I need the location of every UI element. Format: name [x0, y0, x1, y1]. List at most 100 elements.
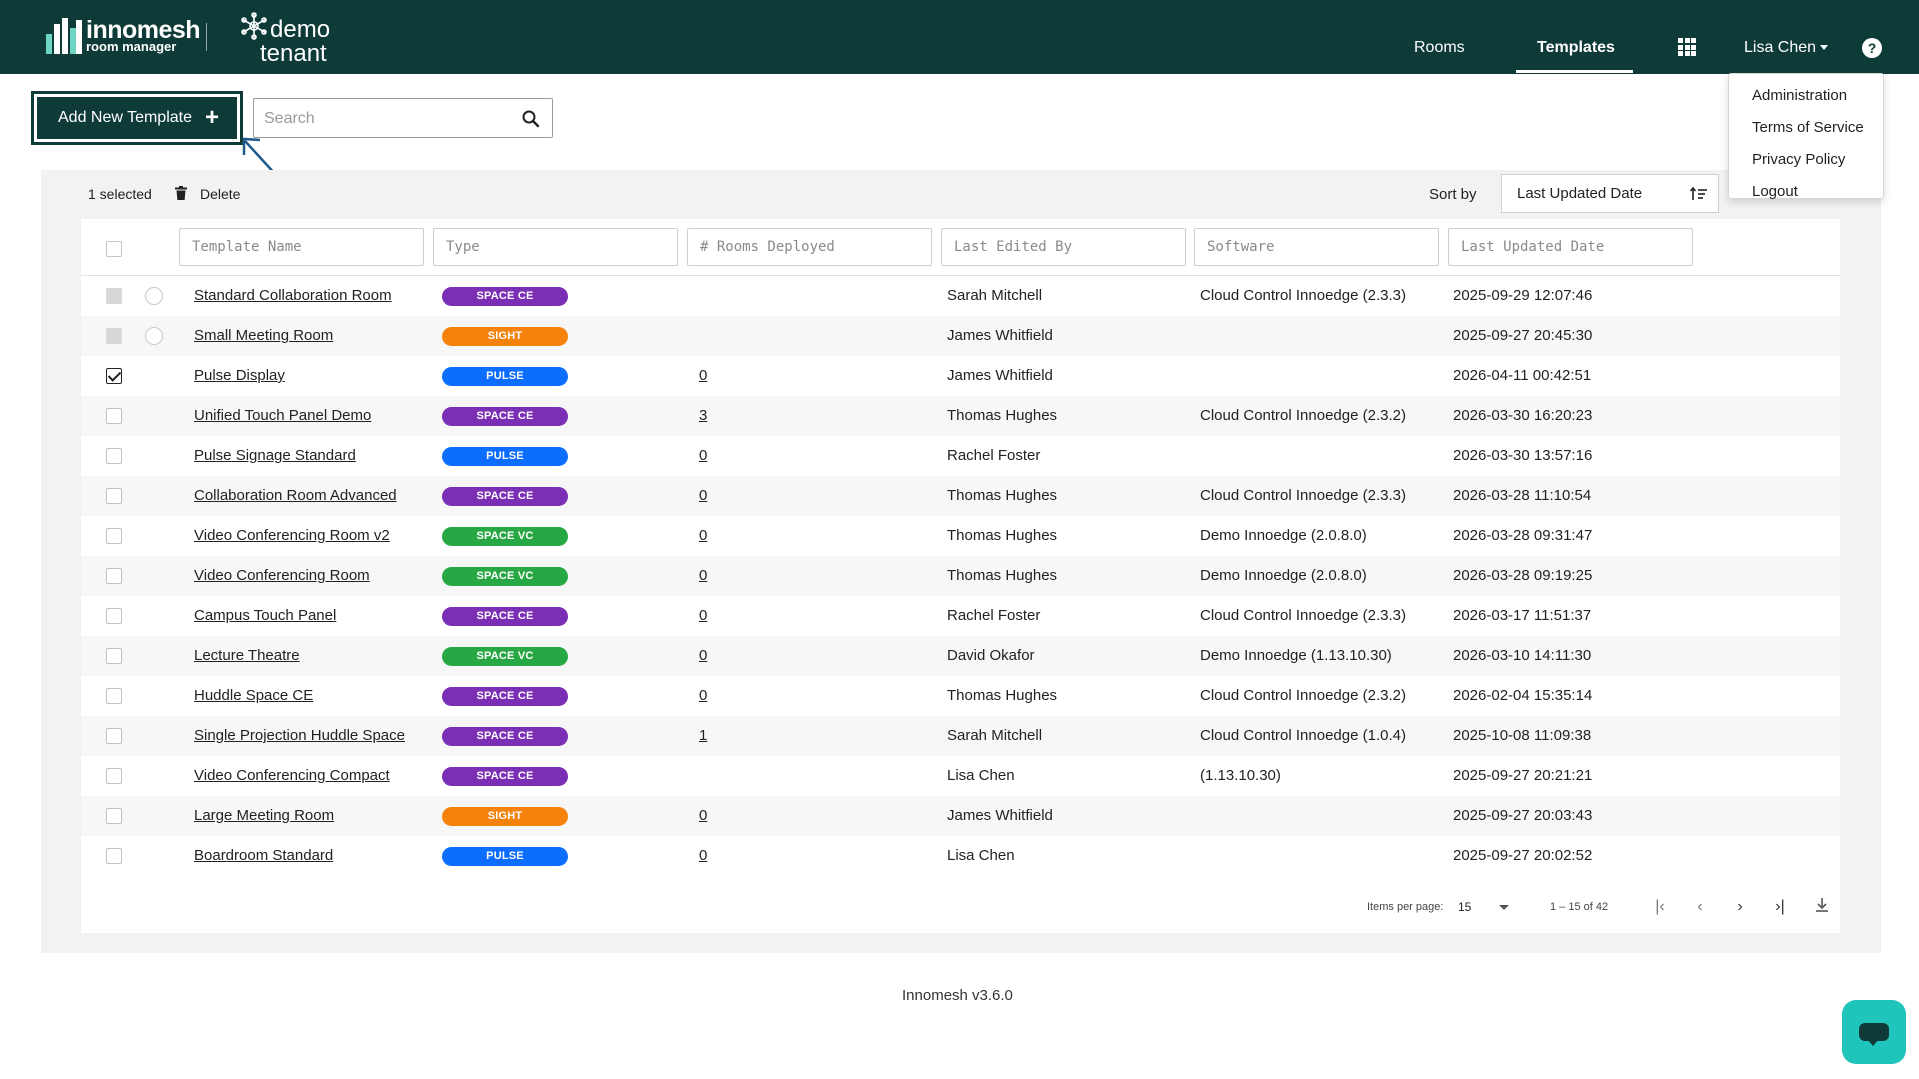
last-edited-by-cell: Sarah Mitchell [947, 287, 1043, 304]
rooms-deployed-link[interactable]: 0 [699, 687, 707, 704]
table-row[interactable]: Pulse Display PULSE 0 James Whitfield 2026-0… [81, 356, 1840, 396]
innomesh-logo[interactable]: innomesh room manager [46, 16, 201, 56]
download-icon[interactable] [1811, 894, 1833, 916]
user-menu[interactable]: Lisa Chen [1744, 39, 1829, 57]
template-name-link[interactable]: Video Conferencing Compact [194, 767, 390, 784]
row-checkbox[interactable] [106, 408, 122, 424]
menu-item-privacy-policy[interactable]: Privacy Policy [1752, 151, 1845, 168]
table-row[interactable]: Large Meeting Room SIGHT 0 James Whitfield 2… [81, 796, 1840, 836]
filter-rooms-deployed[interactable]: # Rooms Deployed [687, 228, 932, 266]
previous-page-icon[interactable]: ‹ [1689, 896, 1711, 918]
table-row[interactable]: Pulse Signage Standard PULSE 0 Rachel Foste… [81, 436, 1840, 476]
search-input[interactable] [264, 108, 504, 130]
rooms-deployed-link[interactable]: 1 [699, 727, 707, 744]
row-checkbox[interactable] [106, 688, 122, 704]
row-checkbox[interactable] [106, 768, 122, 784]
chat-support-button[interactable] [1842, 1000, 1906, 1064]
search-icon[interactable] [521, 109, 541, 129]
first-page-icon[interactable]: |‹ [1649, 896, 1671, 918]
rooms-deployed-link[interactable]: 0 [699, 447, 707, 464]
template-name-link[interactable]: Small Meeting Room [194, 327, 333, 344]
last-updated-date-cell: 2026-03-30 16:20:23 [1453, 407, 1593, 424]
software-cell: Cloud Control Innoedge (2.3.2) [1200, 687, 1406, 704]
template-name-link[interactable]: Pulse Signage Standard [194, 447, 356, 464]
template-name-link[interactable]: Video Conferencing Room v2 [194, 527, 390, 544]
row-checkbox[interactable] [106, 848, 122, 864]
delete-button[interactable]: Delete [200, 186, 240, 202]
row-checkbox[interactable] [106, 568, 122, 584]
table-row[interactable]: Video Conferencing Room v2 SPACE VC 0 Thoma… [81, 516, 1840, 556]
rooms-deployed-link[interactable]: 0 [699, 607, 707, 624]
filter-type[interactable]: Type [433, 228, 678, 266]
row-checkbox[interactable] [106, 368, 122, 384]
nav-rooms[interactable]: Rooms [1414, 39, 1465, 57]
filter-last-updated-date[interactable]: Last Updated Date [1448, 228, 1693, 266]
row-radio[interactable] [145, 327, 163, 345]
software-cell: Cloud Control Innoedge (2.3.3) [1200, 487, 1406, 504]
table-row[interactable]: Campus Touch Panel SPACE CE 0 Rachel Foster… [81, 596, 1840, 636]
menu-item-administration[interactable]: Administration [1752, 87, 1847, 104]
table-row[interactable]: Video Conferencing Room SPACE VC 0 Thomas H… [81, 556, 1840, 596]
table-row[interactable]: Unified Touch Panel Demo SPACE CE 3 Thomas … [81, 396, 1840, 436]
sort-direction-icon[interactable] [1690, 186, 1708, 202]
sort-by-select[interactable]: Last Updated Date [1501, 174, 1719, 213]
template-name-link[interactable]: Campus Touch Panel [194, 607, 336, 624]
search-field[interactable] [253, 98, 553, 138]
rooms-deployed-link[interactable]: 0 [699, 847, 707, 864]
template-name-link[interactable]: Standard Collaboration Room [194, 287, 392, 304]
rooms-deployed-link[interactable]: 0 [699, 527, 707, 544]
table-row[interactable]: Boardroom Standard PULSE 0 Lisa Chen 2025-09… [81, 836, 1840, 876]
next-page-icon[interactable]: › [1729, 896, 1751, 918]
type-badge: PULSE [442, 367, 568, 386]
row-checkbox[interactable] [106, 648, 122, 664]
template-name-link[interactable]: Pulse Display [194, 367, 285, 384]
last-updated-date-cell: 2025-09-27 20:45:30 [1453, 327, 1593, 344]
rooms-deployed-link[interactable]: 0 [699, 807, 707, 824]
nav-templates[interactable]: Templates [1537, 39, 1615, 57]
table-row[interactable]: Lecture Theatre SPACE VC 0 David Okafor Demo… [81, 636, 1840, 676]
template-name-link[interactable]: Single Projection Huddle Space [194, 727, 405, 744]
select-all-checkbox[interactable] [106, 241, 122, 257]
table-row[interactable]: Standard Collaboration Room SPACE CE Sarah… [81, 276, 1840, 316]
template-name-link[interactable]: Boardroom Standard [194, 847, 333, 864]
type-badge: SPACE CE [442, 287, 568, 306]
rooms-deployed-link[interactable]: 0 [699, 487, 707, 504]
row-checkbox[interactable] [106, 808, 122, 824]
table-row[interactable]: Collaboration Room Advanced SPACE CE 0 Thom… [81, 476, 1840, 516]
rooms-deployed-link[interactable]: 0 [699, 647, 707, 664]
filter-software[interactable]: Software [1194, 228, 1439, 266]
table-row[interactable]: Video Conferencing Compact SPACE CE Lisa C… [81, 756, 1840, 796]
row-checkbox[interactable] [106, 728, 122, 744]
last-page-icon[interactable]: ›| [1769, 896, 1791, 918]
rooms-deployed-link[interactable]: 3 [699, 407, 707, 424]
apps-grid-icon[interactable] [1678, 38, 1696, 56]
last-edited-by-cell: Thomas Hughes [947, 487, 1058, 504]
app-version: Innomesh v3.6.0 [902, 987, 1013, 1004]
filter-last-edited-by[interactable]: Last Edited By [941, 228, 1186, 266]
items-per-page-caret-icon[interactable] [1499, 905, 1509, 910]
active-tab-indicator [1516, 70, 1633, 73]
filter-template-name[interactable]: Template Name [179, 228, 424, 266]
trash-icon[interactable] [175, 186, 187, 200]
row-checkbox[interactable] [106, 528, 122, 544]
template-name-link[interactable]: Collaboration Room Advanced [194, 487, 397, 504]
row-checkbox[interactable] [106, 488, 122, 504]
menu-item-logout[interactable]: Logout [1752, 183, 1798, 200]
template-name-link[interactable]: Video Conferencing Room [194, 567, 370, 584]
rooms-deployed-link[interactable]: 0 [699, 367, 707, 384]
row-radio[interactable] [145, 287, 163, 305]
rooms-deployed-link[interactable]: 0 [699, 567, 707, 584]
table-row[interactable]: Small Meeting Room SIGHT James Whitfield 20… [81, 316, 1840, 356]
help-icon[interactable]: ? [1862, 38, 1882, 58]
table-row[interactable]: Single Projection Huddle Space SPACE CE 1 S… [81, 716, 1840, 756]
add-new-template-button[interactable]: Add New Template + [31, 91, 243, 145]
template-name-link[interactable]: Large Meeting Room [194, 807, 334, 824]
row-checkbox[interactable] [106, 448, 122, 464]
template-name-link[interactable]: Lecture Theatre [194, 647, 300, 664]
menu-item-terms-of-service[interactable]: Terms of Service [1752, 119, 1864, 136]
template-name-link[interactable]: Unified Touch Panel Demo [194, 407, 371, 424]
items-per-page-select[interactable]: 15 [1458, 900, 1471, 914]
template-name-link[interactable]: Huddle Space CE [194, 687, 313, 704]
row-checkbox[interactable] [106, 608, 122, 624]
table-row[interactable]: Huddle Space CE SPACE CE 0 Thomas Hughes Clo… [81, 676, 1840, 716]
